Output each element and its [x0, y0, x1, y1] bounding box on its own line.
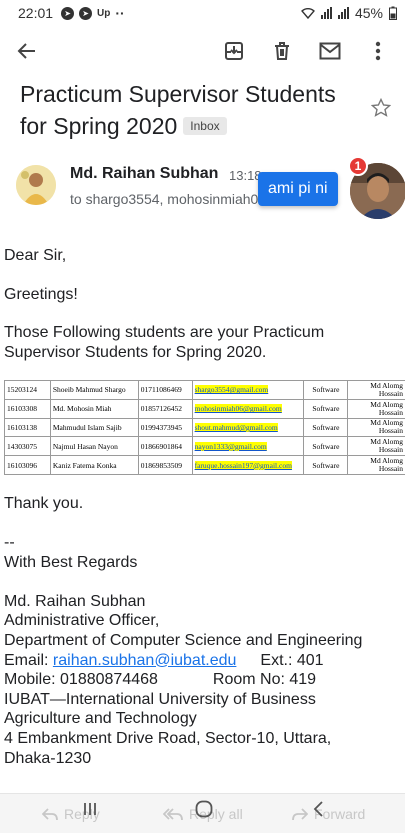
student-supervisor-cell: Md Alomg Hossain — [347, 380, 405, 400]
signature-block: -- With Best Regards Md. Raihan Subhan A… — [4, 533, 404, 768]
signature-mobile[interactable]: Mobile: 01880874468 — [4, 671, 158, 688]
student-email-cell: mohosinmiah06@gmail.com — [191, 398, 305, 419]
reply-all-icon — [163, 808, 183, 821]
student-phone-cell: 01866901864 — [137, 436, 193, 457]
signature-mobile-line: Mobile: 01880874468 Room No: 419 — [4, 670, 404, 690]
student-email-cell: shargo3554@gmail.com — [191, 380, 305, 400]
thanks-line: Thank you. — [4, 495, 84, 512]
signature-separator: -- — [4, 534, 15, 551]
reply-icon — [42, 808, 58, 821]
greeting-line: Dear Sir, — [4, 247, 67, 264]
signature-email-line: Email: raihan.subhan@iubat.edu Ext.: 401 — [4, 651, 404, 671]
student-id-cell: 16103308 — [4, 398, 51, 419]
home-icon[interactable] — [189, 796, 219, 822]
signal-icon — [320, 7, 332, 19]
signature-org-line1: IUBAT—International University of Busine… — [4, 690, 316, 708]
up-icon: Up — [97, 7, 111, 19]
student-name-cell: Shoeib Mahmud Shargo — [49, 380, 139, 400]
table-row: 15203124 Shoeib Mahmud Shargo 01711086469 s… — [4, 380, 405, 400]
sender-avatar[interactable] — [16, 165, 56, 205]
battery-level: 45% — [354, 5, 383, 21]
student-id-cell: 16103138 — [4, 417, 51, 438]
inbox-label-chip[interactable]: Inbox — [183, 116, 227, 135]
signature-room: Room No: 419 — [212, 671, 317, 689]
subject-text: Practicum Supervisor Students for Spring… — [20, 81, 336, 139]
mark-unread-icon[interactable] — [315, 36, 345, 66]
signature-spacer — [4, 572, 404, 592]
student-dept-cell: Software — [303, 417, 349, 438]
student-email-cell: shout.mahmud@gmail.com — [191, 417, 305, 438]
table-row: 14303075 Najmul Hasan Nayon 01866901864 nay… — [4, 436, 405, 457]
signature-title: Administrative Officer, — [4, 612, 160, 630]
student-phone-cell: 01857126452 — [137, 398, 193, 419]
sender-name[interactable]: Md. Raihan Subhan — [70, 165, 218, 183]
student-email-cell: faruque.hossain197@gmail.com — [191, 455, 305, 475]
student-dept-cell: Software — [303, 436, 349, 457]
email-subject: Practicum Supervisor Students for Spring… — [20, 78, 360, 142]
back-arrow-icon[interactable] — [12, 36, 42, 66]
student-email-link[interactable]: shout.mahmud@gmail.com — [194, 422, 278, 432]
signature-org-line2: Agriculture and Technology — [4, 710, 197, 728]
signature-name: Md. Raihan Subhan — [4, 592, 146, 610]
chat-unread-badge: 1 — [348, 156, 368, 176]
delete-icon[interactable] — [267, 36, 297, 66]
greetings-line: Greetings! — [4, 286, 78, 303]
recent-apps-icon[interactable] — [75, 796, 105, 822]
student-dept-cell: Software — [303, 398, 349, 419]
table-row: 16103096 Kaniz Fatema Konka 01869853509 far… — [4, 455, 405, 475]
messenger-icon: ➤ — [79, 6, 93, 20]
student-supervisor-cell: Md Alomg Hossain — [347, 398, 405, 419]
messenger-icon: ➤ — [61, 6, 75, 20]
signature-address1: 4 Embankment Drive Road, Sector-10, Utta… — [4, 729, 332, 747]
email-time: 13:18 — [229, 168, 262, 183]
signature-address2: Dhaka-1230 — [4, 749, 92, 767]
signal-icon — [337, 7, 349, 19]
signature-ext: Ext.: 401 — [260, 651, 324, 669]
student-name-cell: Najmul Hasan Nayon — [49, 436, 139, 457]
battery-icon — [389, 6, 397, 20]
intro-paragraph: Those Following students are your Practi… — [4, 324, 325, 361]
wifi-icon — [300, 8, 315, 19]
star-icon[interactable] — [370, 97, 392, 123]
student-email-link[interactable]: shargo3554@gmail.com — [194, 385, 269, 395]
student-email-link[interactable]: nayon1333@gmail.com — [194, 441, 267, 451]
student-email-link[interactable]: mohosinmiah06@gmail.com — [194, 404, 282, 414]
student-dept-cell: Software — [303, 455, 349, 475]
student-dept-cell: Software — [303, 380, 349, 400]
table-row: 16103308 Md. Mohosin Miah 01857126452 mohos… — [4, 398, 405, 419]
toolbar — [0, 26, 405, 76]
student-name-cell: Mahmudul Islam Sajib — [49, 417, 139, 438]
student-email-cell: nayon1333@gmail.com — [191, 436, 305, 457]
email-label: Email: — [4, 651, 53, 669]
archive-icon[interactable] — [219, 36, 249, 66]
student-phone-cell: 01711086469 — [137, 380, 193, 400]
status-time: 22:01 — [18, 5, 54, 21]
student-email-link[interactable]: faruque.hossain197@gmail.com — [194, 460, 292, 470]
student-supervisor-cell: Md Alomg Hossain — [347, 455, 405, 475]
chat-message-bubble[interactable]: ami pi ni — [258, 172, 338, 206]
regards-line: With Best Regards — [4, 553, 138, 571]
student-id-cell: 14303075 — [4, 436, 51, 457]
student-phone-cell: 01994373945 — [137, 417, 193, 438]
signature-department: Department of Computer Science and Engin… — [4, 631, 363, 649]
table-row: 16103138 Mahmudul Islam Sajib 01994373945 s… — [4, 417, 405, 438]
signature-email-link[interactable]: raihan.subhan@iubat.edu — [53, 652, 237, 669]
student-name-cell: Md. Mohosin Miah — [49, 398, 139, 419]
more-dots-icon: ·· — [115, 5, 125, 21]
student-id-cell: 16103096 — [4, 455, 51, 475]
student-phone-cell: 01869853509 — [137, 455, 193, 475]
more-vert-icon[interactable] — [363, 36, 393, 66]
status-bar: 22:01 ➤ ➤ Up ·· 45% — [0, 0, 405, 26]
student-name-cell: Kaniz Fatema Konka — [49, 455, 139, 475]
student-supervisor-cell: Md Alomg Hossain — [347, 436, 405, 457]
nav-back-icon[interactable] — [303, 796, 333, 822]
student-supervisor-cell: Md Alomg Hossain — [347, 417, 405, 438]
students-table: 15203124 Shoeib Mahmud Shargo 01711086469 s… — [4, 380, 405, 475]
student-id-cell: 15203124 — [4, 380, 51, 400]
